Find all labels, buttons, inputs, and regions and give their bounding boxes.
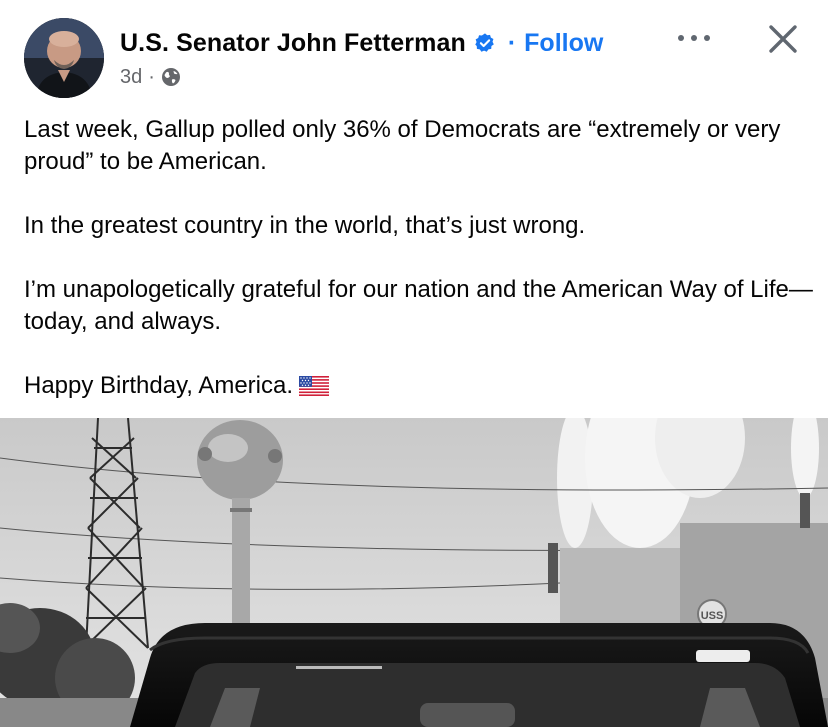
post-paragraph-text: Happy Birthday, America. — [24, 372, 294, 399]
author-row: U.S. Senator John Fetterman · Follow — [120, 26, 603, 60]
us-flag-icon — [299, 373, 330, 396]
follow-button[interactable]: Follow — [524, 29, 603, 58]
post-body: Last week, Gallup polled only 36% of Dem… — [24, 114, 814, 402]
post-header: U.S. Senator John Fetterman · Follow 3d … — [0, 0, 828, 110]
post-paragraph: In the greatest country in the world, th… — [24, 212, 586, 239]
post-photo[interactable]: USS — [0, 418, 828, 727]
follow-separator: · — [507, 28, 517, 57]
post-paragraph-last: Happy Birthday, America. — [24, 370, 814, 402]
author-avatar[interactable] — [24, 18, 104, 98]
uss-logo: USS — [701, 610, 724, 622]
post-paragraph: Last week, Gallup polled only 36% of Dem… — [24, 116, 781, 175]
author-name[interactable]: U.S. Senator John Fetterman — [120, 29, 466, 58]
post-timestamp[interactable]: 3d — [120, 66, 142, 89]
globe-icon[interactable] — [161, 67, 181, 87]
more-options-icon[interactable] — [676, 26, 712, 50]
close-icon[interactable] — [766, 22, 800, 56]
verified-badge-icon — [474, 32, 496, 54]
post-meta: 3d · — [120, 64, 181, 90]
meta-separator: · — [148, 65, 155, 88]
post-paragraph: I’m unapologetically grateful for our na… — [24, 276, 813, 335]
